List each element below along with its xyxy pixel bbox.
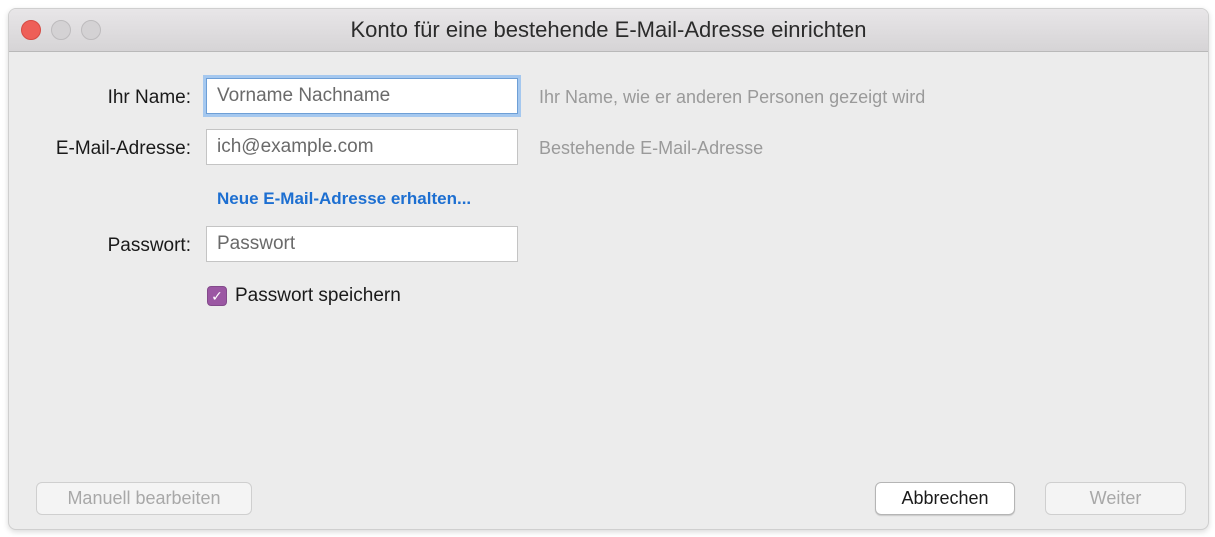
- cancel-button[interactable]: Abbrechen: [875, 482, 1015, 515]
- title-bar: Konto für eine bestehende E-Mail-Adresse…: [9, 9, 1208, 52]
- save-password-label[interactable]: Passwort speichern: [235, 285, 401, 307]
- name-hint: Ihr Name, wie er anderen Personen gezeig…: [539, 87, 926, 107]
- next-button[interactable]: Weiter: [1045, 482, 1186, 515]
- password-input[interactable]: [206, 226, 518, 262]
- save-password-checkbox[interactable]: ✓: [207, 286, 227, 306]
- manual-edit-button[interactable]: Manuell bearbeiten: [36, 482, 252, 515]
- email-label: E-Mail-Adresse:: [55, 138, 191, 159]
- email-input[interactable]: [206, 129, 518, 165]
- account-setup-window: Konto für eine bestehende E-Mail-Adresse…: [8, 8, 1209, 530]
- name-label: Ihr Name:: [107, 87, 191, 108]
- name-input[interactable]: [206, 78, 518, 114]
- password-label: Passwort:: [107, 235, 191, 256]
- email-hint: Bestehende E-Mail-Adresse: [539, 138, 764, 158]
- save-password-row[interactable]: ✓ Passwort speichern: [207, 284, 401, 308]
- new-email-link[interactable]: Neue E-Mail-Adresse erhalten...: [217, 189, 471, 209]
- window-title: Konto für eine bestehende E-Mail-Adresse…: [350, 17, 867, 42]
- checkmark-icon: ✓: [211, 287, 223, 304]
